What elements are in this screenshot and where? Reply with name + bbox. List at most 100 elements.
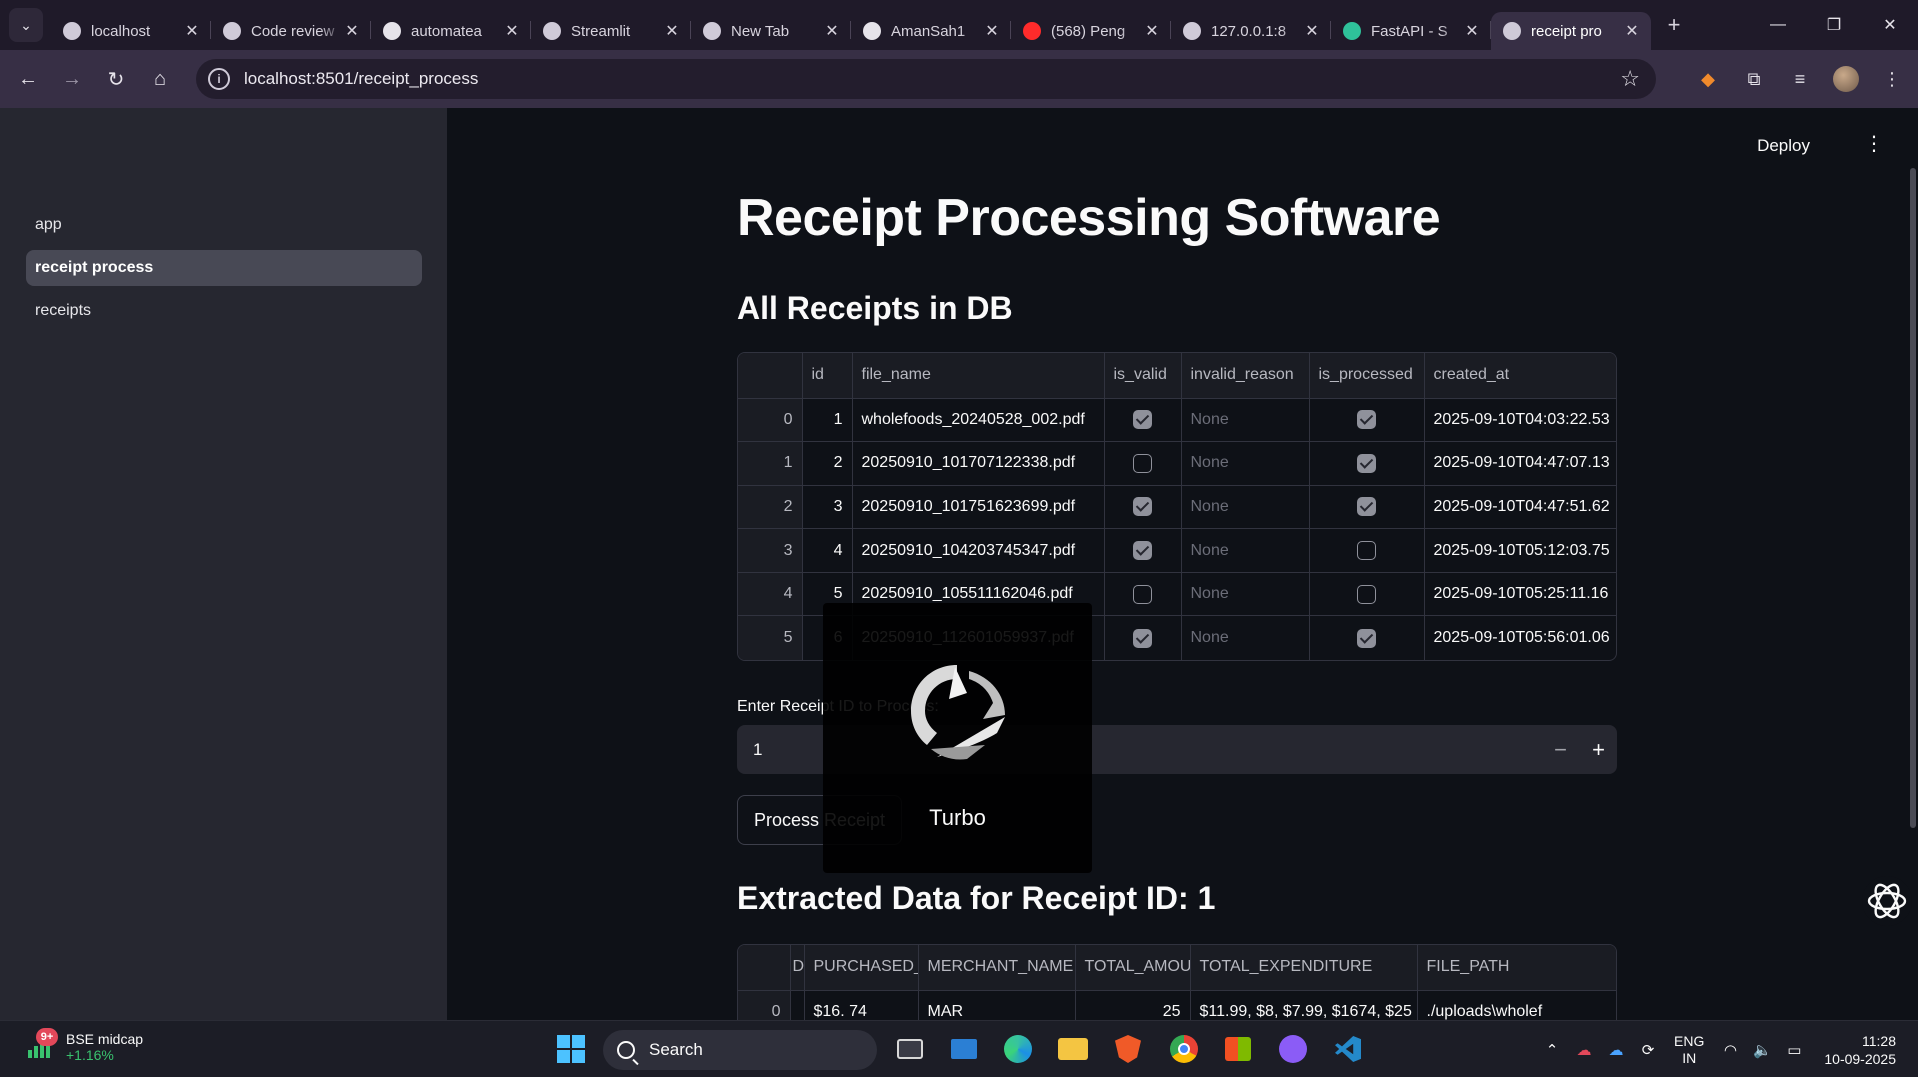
browser-tab[interactable]: automatea ✕: [371, 12, 531, 50]
volume-icon[interactable]: 🔈: [1746, 1034, 1778, 1066]
tab-close-icon[interactable]: ✕: [1303, 21, 1321, 41]
browser-tab[interactable]: Code review ✕: [211, 12, 371, 50]
tab-close-icon[interactable]: ✕: [663, 21, 681, 41]
minimize-button[interactable]: —: [1750, 0, 1806, 50]
stock-widget[interactable]: 9+ BSE midcap +1.16%: [26, 1028, 143, 1063]
browser-tab[interactable]: New Tab ✕: [691, 12, 851, 50]
column-header[interactable]: D: [790, 945, 805, 991]
language-indicator[interactable]: ENG IN: [1674, 1033, 1704, 1067]
is-processed-checkbox[interactable]: [1357, 497, 1376, 517]
brave-browser-icon[interactable]: [1110, 1031, 1146, 1067]
browser-tab[interactable]: localhost ✕: [51, 12, 211, 50]
sync-icon[interactable]: ⟳: [1632, 1034, 1664, 1066]
column-header[interactable]: invalid_reason: [1181, 353, 1310, 399]
onedrive-icon[interactable]: ☁: [1600, 1034, 1632, 1066]
forward-button[interactable]: →: [50, 57, 94, 101]
assistant-floating-icon[interactable]: [1862, 876, 1912, 926]
browser-tab[interactable]: AmanSah1 ✕: [851, 12, 1011, 50]
profile-avatar[interactable]: [1830, 63, 1862, 95]
task-view-icon[interactable]: [892, 1031, 928, 1067]
edge-browser-icon[interactable]: [1000, 1031, 1036, 1067]
taskbar-search[interactable]: Search: [603, 1030, 877, 1070]
browser-tab[interactable]: receipt pro ✕: [1491, 12, 1651, 50]
increment-button[interactable]: +: [1592, 737, 1605, 763]
back-button[interactable]: ←: [6, 57, 50, 101]
tab-close-icon[interactable]: ✕: [1463, 21, 1481, 41]
new-tab-button[interactable]: +: [1659, 10, 1689, 40]
is-valid-checkbox[interactable]: [1133, 497, 1152, 517]
microsoft-store-icon[interactable]: [1220, 1031, 1256, 1067]
is-valid-checkbox[interactable]: [1133, 584, 1152, 604]
column-header[interactable]: [738, 353, 803, 399]
tab-close-icon[interactable]: ✕: [1623, 21, 1641, 41]
column-header[interactable]: FILE_PATH: [1417, 945, 1616, 991]
column-header[interactable]: is_processed: [1309, 353, 1425, 399]
main-menu-icon[interactable]: ⋮: [1864, 134, 1884, 154]
reload-button[interactable]: ↻: [94, 57, 138, 101]
column-header[interactable]: created_at: [1424, 353, 1616, 399]
column-header[interactable]: TOTAL_AMOUNT: [1075, 945, 1191, 991]
browser-tab[interactable]: (568) Peng ✕: [1011, 12, 1171, 50]
media-controls-icon[interactable]: ≡: [1784, 63, 1816, 95]
brave-rewards-icon[interactable]: ◆: [1692, 63, 1724, 95]
close-window-button[interactable]: ✕: [1862, 0, 1918, 50]
browser-tab[interactable]: Streamlit ✕: [531, 12, 691, 50]
deploy-button[interactable]: Deploy: [1757, 136, 1810, 156]
is-processed-checkbox[interactable]: [1357, 541, 1376, 561]
table-row[interactable]: 2 3 20250910_101751623699.pdf None 2025-09-1…: [738, 485, 1616, 530]
is-processed-checkbox[interactable]: [1357, 410, 1376, 430]
tab-close-icon[interactable]: ✕: [343, 21, 361, 41]
address-bar[interactable]: i localhost:8501/receipt_process ☆: [196, 59, 1656, 99]
desktop-app-icon[interactable]: [946, 1031, 982, 1067]
column-header[interactable]: TOTAL_EXPENDITURE: [1190, 945, 1418, 991]
github-desktop-icon[interactable]: [1275, 1031, 1311, 1067]
is-valid-checkbox[interactable]: [1133, 410, 1152, 430]
tab-close-icon[interactable]: ✕: [823, 21, 841, 41]
home-button[interactable]: ⌂: [138, 57, 182, 101]
is-processed-checkbox[interactable]: [1357, 628, 1376, 648]
tab-close-icon[interactable]: ✕: [983, 21, 1001, 41]
browser-menu-icon[interactable]: ⋮: [1876, 63, 1908, 95]
tab-close-icon[interactable]: ✕: [1143, 21, 1161, 41]
column-header[interactable]: file_name: [852, 353, 1105, 399]
is-valid-checkbox[interactable]: [1133, 628, 1152, 648]
extensions-puzzle-icon[interactable]: ⧉: [1738, 63, 1770, 95]
is-processed-checkbox[interactable]: [1357, 584, 1376, 604]
tab-search-button[interactable]: ⌄: [9, 8, 43, 42]
tab-close-icon[interactable]: ✕: [183, 21, 201, 41]
bookmark-star-icon[interactable]: ☆: [1620, 66, 1640, 92]
extracted-dataframe[interactable]: DPURCHASED_ATMERCHANT_NAMETOTAL_AMOUNTTO…: [737, 944, 1617, 1020]
column-header[interactable]: MERCHANT_NAME: [918, 945, 1076, 991]
table-row[interactable]: 1 2 20250910_101707122338.pdf None 2025-09-1…: [738, 441, 1616, 486]
browser-tab[interactable]: 127.0.0.1:8 ✕: [1171, 12, 1331, 50]
chrome-browser-icon[interactable]: [1166, 1031, 1202, 1067]
sidebar-item-receipt-process[interactable]: receipt process: [26, 250, 422, 286]
is-valid-checkbox[interactable]: [1133, 541, 1152, 561]
file-explorer-icon[interactable]: [1055, 1031, 1091, 1067]
show-hidden-icons-chevron-icon[interactable]: ⌃: [1536, 1034, 1568, 1066]
start-button[interactable]: [553, 1031, 589, 1067]
column-header[interactable]: [738, 945, 791, 991]
cloud-error-icon[interactable]: ☁: [1568, 1034, 1600, 1066]
browser-tab[interactable]: FastAPI - S ✕: [1331, 12, 1491, 50]
decrement-button[interactable]: −: [1554, 737, 1567, 763]
clock[interactable]: 11:28 10-09-2025: [1824, 1032, 1896, 1068]
table-row[interactable]: 0 1 wholefoods_20240528_002.pdf None 2025-09…: [738, 398, 1616, 443]
receipt-id-value[interactable]: 1: [753, 740, 762, 760]
restore-button[interactable]: ❐: [1806, 0, 1862, 50]
main-scrollbar[interactable]: [1910, 168, 1916, 828]
column-header[interactable]: is_valid: [1104, 353, 1182, 399]
wifi-icon[interactable]: ◠: [1714, 1034, 1746, 1066]
sidebar-item-app[interactable]: app: [26, 207, 422, 243]
table-row[interactable]: 3 4 20250910_104203745347.pdf None 2025-09-1…: [738, 528, 1616, 573]
is-processed-checkbox[interactable]: [1357, 453, 1376, 473]
column-header[interactable]: PURCHASED_AT: [804, 945, 919, 991]
site-info-icon[interactable]: i: [208, 68, 230, 90]
sidebar-item-receipts[interactable]: receipts: [26, 293, 422, 329]
tab-close-icon[interactable]: ✕: [503, 21, 521, 41]
is-valid-checkbox[interactable]: [1133, 453, 1152, 473]
vscode-icon[interactable]: [1330, 1031, 1366, 1067]
table-row[interactable]: 0 $16. 74 MAR 25 $11.99, $8, $7.99, $1674, $…: [738, 990, 1616, 1020]
battery-icon[interactable]: ▭: [1778, 1034, 1810, 1066]
column-header[interactable]: id: [802, 353, 853, 399]
